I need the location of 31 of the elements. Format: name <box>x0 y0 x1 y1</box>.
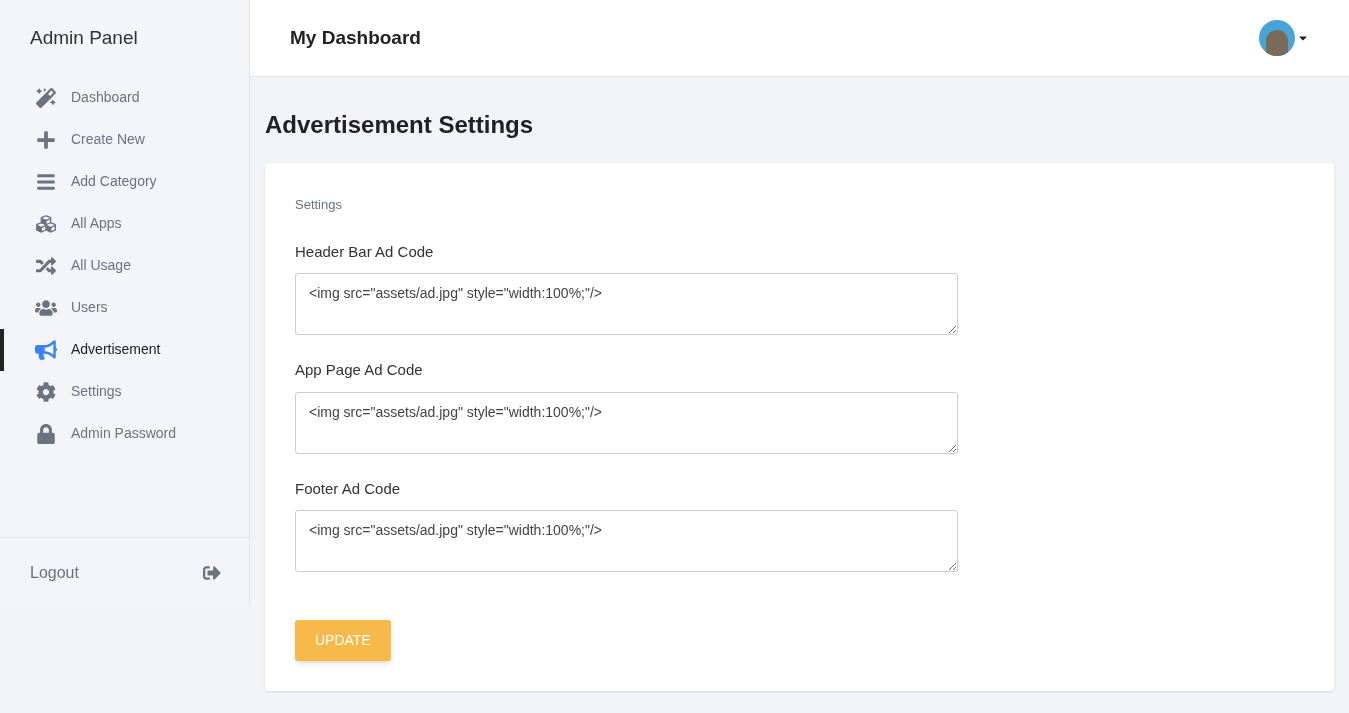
logout-icon[interactable] <box>203 563 221 582</box>
magic-wand-icon <box>35 87 57 108</box>
settings-icon <box>35 381 57 402</box>
section-label: Settings <box>295 196 343 214</box>
code-field[interactable]: <img src="assets/ad.jpg" style="width:100%;"/> <box>295 273 958 335</box>
page-title: Advertisement Settings <box>265 110 535 140</box>
sidebar-item[interactable]: Admin Password <box>0 412 249 455</box>
field-label: App Page Ad Code <box>295 360 424 380</box>
code-field[interactable]: <img src="assets/ad.jpg" style="width:100%;"/> <box>295 510 958 572</box>
sidebar-item[interactable]: Settings <box>0 370 249 413</box>
header-title: My Dashboard <box>290 25 421 50</box>
cubes-icon <box>35 213 57 234</box>
lock-icon <box>35 423 57 444</box>
sidebar-item[interactable]: Add Category <box>0 160 249 203</box>
sidebar-title: Admin Panel <box>29 26 139 50</box>
avatar[interactable] <box>1259 20 1295 56</box>
field-label: Footer Ad Code <box>295 478 402 499</box>
shuffle-icon <box>35 255 57 276</box>
sidebar-item[interactable]: Dashboard <box>0 76 249 119</box>
field-label: Header Bar Ad Code <box>295 241 435 262</box>
users-icon <box>35 297 57 318</box>
logout-link[interactable]: Logout <box>30 560 79 585</box>
menu-icon <box>35 171 57 192</box>
sidebar-item[interactable]: Advertisement <box>0 328 249 371</box>
sidebar-item[interactable]: All Usage <box>0 244 249 287</box>
megaphone-icon <box>35 339 57 360</box>
plus-icon <box>35 129 57 150</box>
sidebar-item[interactable]: Create New <box>0 118 249 161</box>
sidebar-item[interactable]: All Apps <box>0 202 249 245</box>
sidebar-item[interactable]: Users <box>0 286 249 329</box>
code-field[interactable]: <img src="assets/ad.jpg" style="width:100%;"/> <box>295 391 958 454</box>
